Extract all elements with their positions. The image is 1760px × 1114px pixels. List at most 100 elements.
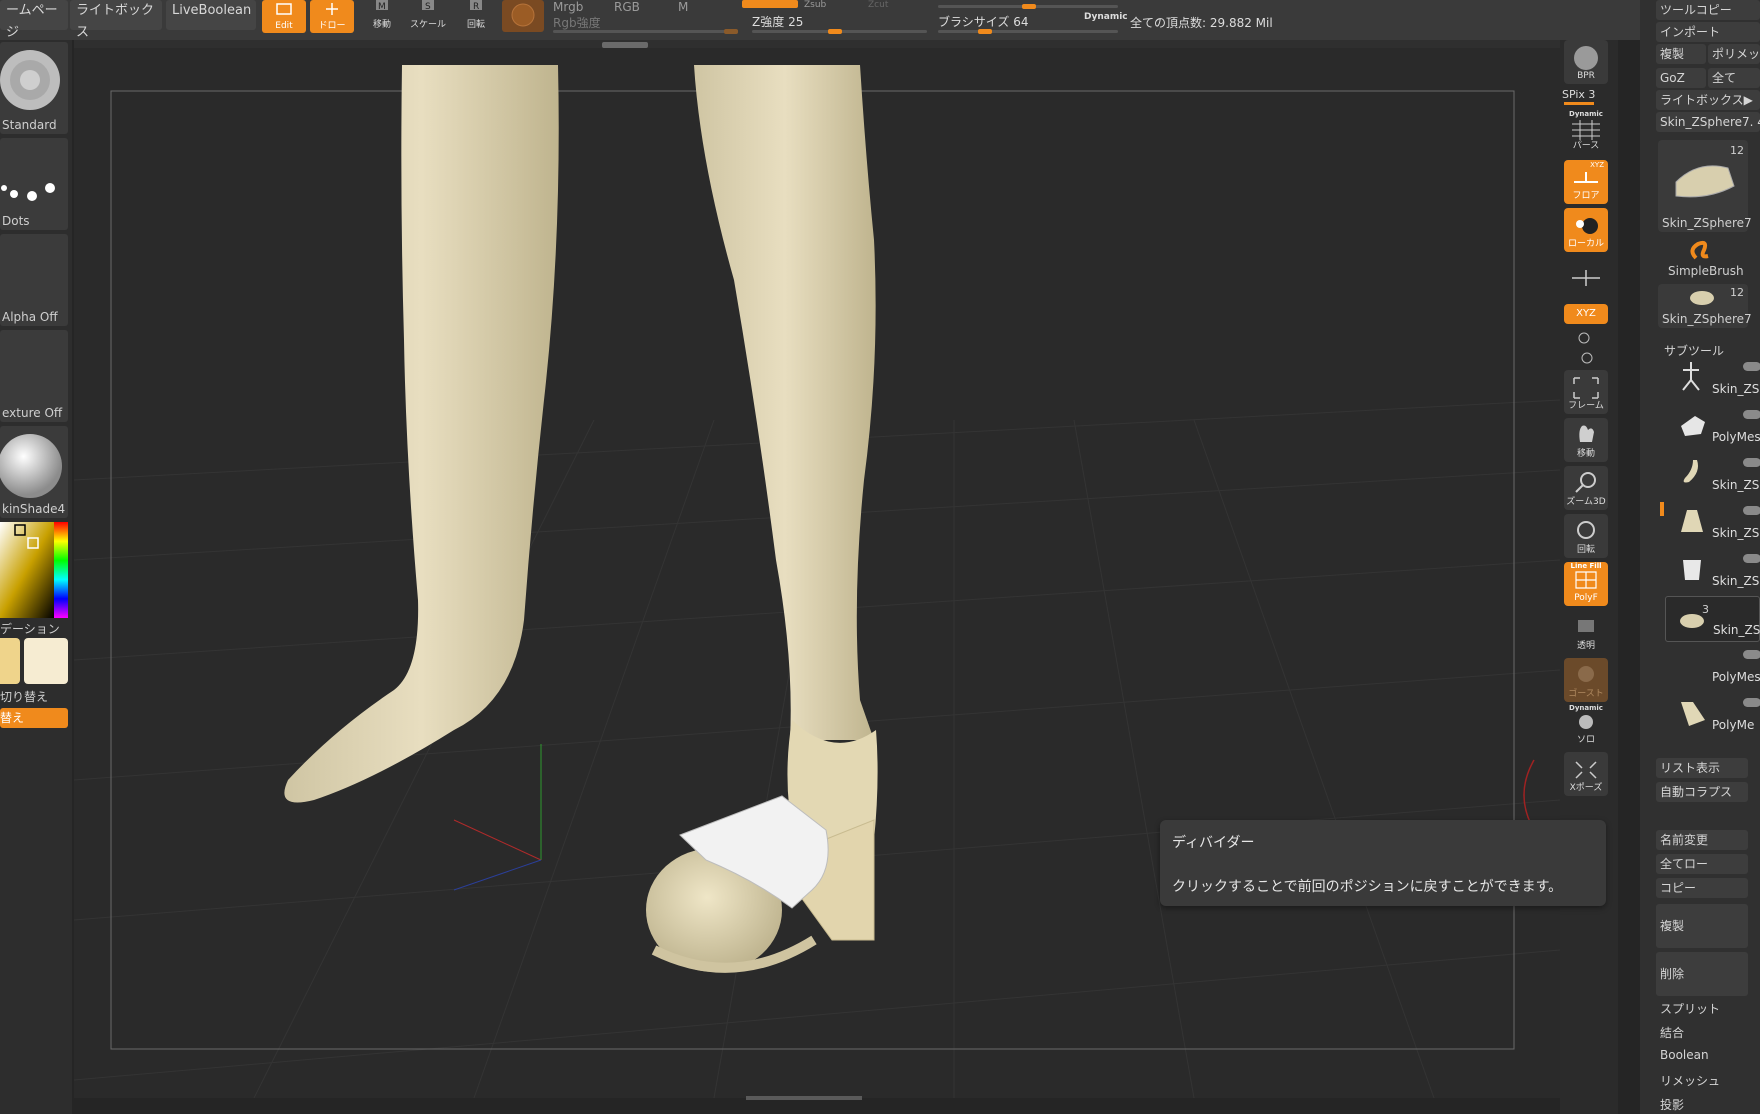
primary-color-swatch[interactable] [24,638,68,684]
local-button[interactable]: ローカル [1564,208,1608,252]
home-tab[interactable]: ームページ [0,0,68,40]
delete-button[interactable]: 削除 [1656,952,1748,996]
visibility-toggle[interactable] [1743,410,1760,419]
move-button[interactable]: M 移動 [362,0,402,33]
draw-button[interactable]: ドロー [310,0,354,33]
rgb-intensity-slider[interactable] [553,30,738,33]
swap-color-button[interactable]: 替え [0,708,68,728]
rotate-view-button[interactable]: 回転 [1564,514,1608,558]
subtool-row[interactable]: PolyMes [1665,404,1760,450]
polymesh-button[interactable]: ポリメッシ [1708,44,1760,64]
import-button[interactable]: インポート [1656,22,1760,42]
symmetry-button[interactable] [1564,258,1608,302]
subtool-row[interactable]: PolyMe [1665,692,1760,738]
draw-size-knob[interactable] [1022,4,1036,9]
all-button[interactable]: 全て [1708,68,1760,88]
goz-button[interactable]: GoZ [1656,68,1706,88]
leg-icon [1683,460,1698,483]
zsub-button[interactable]: Zsub [804,0,826,12]
lightbox-button[interactable]: ライトボックス [70,0,162,40]
rename-button[interactable]: 名前変更 [1656,830,1748,850]
scale-button[interactable]: S スケール [408,0,448,33]
tool-copy-button[interactable]: ツールコピー [1656,0,1760,20]
subtool-row[interactable]: Skin_ZS [1665,500,1760,546]
z-intensity-knob[interactable] [828,29,842,34]
switch-color-label[interactable]: 切り替え [0,688,48,705]
stroke-selector[interactable]: Dots [0,138,68,230]
document-canvas[interactable] [74,40,1560,1100]
visibility-toggle[interactable] [1743,554,1760,563]
secondary-color-swatch[interactable] [0,638,20,684]
auto-collapse-button[interactable]: 自動コラプス [1656,782,1748,802]
remesh-menu[interactable]: リメッシュ [1660,1072,1720,1089]
rotation-axis-icons[interactable] [1574,330,1594,366]
clone-button[interactable]: 複製 [1656,44,1706,64]
m-toggle[interactable]: M [678,0,688,14]
zcut-button[interactable]: Zcut [868,0,888,12]
subtool-scrollbar-thumb[interactable] [1660,502,1664,516]
visibility-toggle[interactable] [1743,362,1760,371]
brush-size-slider[interactable] [938,30,1118,33]
subtool-row[interactable]: Skin_ZS [1665,356,1760,402]
brush-size-knob[interactable] [978,29,992,34]
visibility-toggle[interactable] [1743,506,1760,515]
lightbox-tools-button[interactable]: ライトボックス▶ [1656,90,1760,110]
merge-menu[interactable]: 結合 [1660,1024,1684,1041]
shoe-icon [1681,702,1705,726]
transparent-icon [1578,620,1594,632]
symmetry-icon [1572,270,1600,286]
canvas-bottom-divider[interactable] [746,1096,862,1100]
viewport-3d[interactable] [74,40,1560,1098]
zoom3d-button[interactable]: ズーム3D [1564,466,1608,510]
gradient-label[interactable]: デーション [0,620,60,637]
xpose-icon [1575,761,1597,779]
list-view-button[interactable]: リスト表示 [1656,758,1748,778]
subtool-row[interactable]: Skin_ZS [1665,548,1760,594]
dynamic-label[interactable]: Dynamic [1084,12,1128,22]
spix-slider[interactable] [1564,102,1594,105]
move-view-button[interactable]: 移動 [1564,418,1608,462]
polyf-button[interactable]: Line Fill PolyF [1564,562,1608,606]
tool-thumbnail[interactable]: 12 Skin_ZSphere7 [1658,140,1752,232]
edit-button[interactable]: Edit [262,0,306,33]
duplicate-button[interactable]: 複製 [1656,904,1748,948]
rgb-toggle[interactable]: RGB [614,0,640,14]
visibility-toggle[interactable] [1743,698,1760,707]
subtool-row[interactable]: Skin_ZS [1665,452,1760,498]
current-tool-slider[interactable]: Skin_ZSphere7. 4 [1656,112,1760,132]
visibility-toggle[interactable] [1743,650,1760,659]
rotate-button[interactable]: R 回転 [456,0,496,33]
color-picker[interactable] [0,522,68,618]
split-menu[interactable]: スプリット [1660,1000,1720,1017]
z-intensity-label: Z強度 25 [752,15,804,29]
subtool-row[interactable]: PolyMes [1665,644,1760,690]
mrgb-toggle[interactable]: Mrgb [553,0,583,14]
floor-button[interactable]: XYZ フロア [1564,160,1608,204]
solo-button[interactable]: Dynamic ソロ [1564,704,1608,748]
material-sphere-button[interactable] [502,0,544,32]
frame-button[interactable]: フレーム [1564,370,1608,414]
all-low-button[interactable]: 全てロー [1656,854,1748,874]
texture-selector[interactable]: exture Off [0,330,68,422]
xpose-button[interactable]: Xポーズ [1564,752,1608,796]
alpha-selector[interactable]: Alpha Off [0,234,68,326]
spix-label[interactable]: SPix 3 [1562,88,1595,101]
perspective-button[interactable]: Dynamic パース [1564,110,1608,154]
recent-tool-thumbnail[interactable]: 12 Skin_ZSphere7 [1658,284,1752,328]
xyz-rotation-button[interactable]: XYZ [1564,304,1608,324]
transparent-button[interactable]: 透明 [1564,610,1608,654]
simplebrush-tool[interactable]: SimpleBrush [1658,236,1748,280]
brush-selector[interactable]: Standard [0,42,68,134]
boolean-menu[interactable]: Boolean [1660,1048,1709,1062]
rgb-intensity-knob[interactable] [724,29,738,34]
ghost-button[interactable]: ゴースト [1564,658,1608,702]
liveboolean-button[interactable]: LiveBoolean [166,0,256,30]
material-selector[interactable]: kinShade4 [0,426,68,518]
color-picker-gradient [0,522,68,618]
subtool-row-selected[interactable]: 3 Skin_ZS [1665,596,1760,642]
project-menu[interactable]: 投影 [1660,1096,1684,1113]
bpr-button[interactable]: BPR [1564,40,1608,84]
visibility-toggle[interactable] [1743,458,1760,467]
zadd-button[interactable] [742,0,798,8]
copy-button[interactable]: コピー [1656,878,1748,898]
